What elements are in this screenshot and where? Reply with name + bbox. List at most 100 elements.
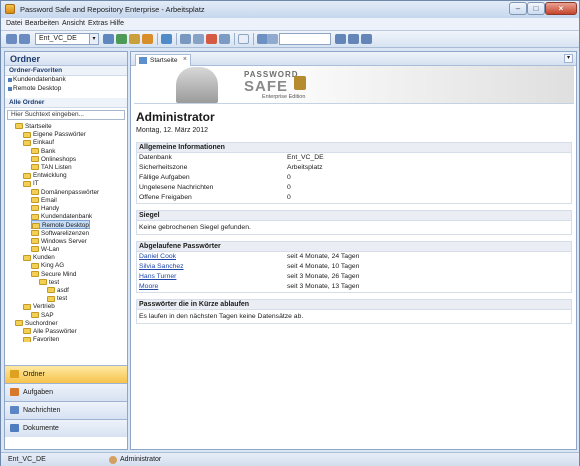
list-icon[interactable] (193, 34, 204, 44)
favorite-label: Kundendatenbank (13, 76, 66, 83)
folder-icon (31, 164, 39, 171)
nav-label: Nachrichten (23, 407, 61, 414)
folder-icon[interactable] (129, 34, 140, 44)
database-combo-value: Ent_VC_DE (39, 35, 77, 42)
logo-line2: SAFE (244, 78, 289, 95)
expired-row: Hans Turner seit 3 Monate, 26 Tagen (137, 272, 571, 282)
info-value: 0 (287, 184, 291, 191)
menu-ansicht[interactable]: Ansicht (62, 20, 85, 27)
tree-node-label: Entwicklung (33, 172, 67, 180)
section-title: Passwörter die in Kürze ablaufen (137, 300, 571, 310)
user-heading: Administrator (136, 110, 215, 124)
forward-icon[interactable] (19, 34, 30, 44)
menu-bearbeiten[interactable]: Bearbeiten (25, 20, 59, 27)
content-panel: Startseite × ▾ PASSWORD SAFE Enterprise … (130, 51, 577, 450)
home-icon (139, 57, 147, 64)
key-icon[interactable] (142, 34, 153, 44)
maximize-button[interactable]: □ (527, 2, 545, 15)
folder-icon (31, 311, 39, 318)
nav-ordner[interactable]: Ordner (5, 365, 127, 383)
tree-node-label: Bank (41, 147, 56, 155)
tree-node-label: Favoriten (33, 336, 60, 342)
back-icon[interactable] (6, 34, 17, 44)
nav-label: Ordner (23, 371, 45, 378)
folder-icon (23, 139, 31, 146)
tree-node-label: Softwarelizenzen (41, 229, 89, 237)
minimize-button[interactable]: – (509, 2, 527, 15)
edit-record-icon[interactable] (116, 34, 127, 44)
folder-icon (31, 246, 39, 253)
close-button[interactable]: × (545, 2, 577, 15)
folder-icon (31, 147, 39, 154)
tasks-icon (10, 388, 19, 396)
folder-icon (31, 270, 39, 277)
expired-link[interactable]: Moore (139, 283, 158, 290)
new-record-icon[interactable] (103, 34, 114, 44)
folder-icon (31, 229, 39, 236)
toolbar-separator (157, 33, 158, 45)
info-label: Sicherheitszone (139, 164, 188, 171)
chevron-down-icon[interactable]: ▾ (89, 34, 98, 44)
expired-row: Silvia Sanchez seit 4 Monate, 10 Tagen (137, 262, 571, 272)
expired-passwords-section: Abgelaufene Passwörter Daniel Cook seit 4… (136, 241, 572, 293)
chart-icon[interactable] (206, 34, 217, 44)
nav-aufgaben[interactable]: Aufgaben (5, 383, 127, 401)
database-combo[interactable]: Ent_VC_DE ▾ (35, 33, 99, 45)
tab-list-dropdown[interactable]: ▾ (564, 54, 573, 63)
expired-link[interactable]: Hans Turner (139, 273, 176, 280)
folder-search-input[interactable]: Hier Suchtext eingeben... (7, 110, 125, 120)
database-icon (8, 78, 12, 82)
folder-icon (15, 320, 23, 327)
expired-age: seit 3 Monate, 26 Tagen (287, 273, 360, 280)
dashboard: Administrator Montag, 12. März 2012 Allg… (136, 110, 572, 330)
info-value: Arbeitsplatz (287, 164, 323, 171)
tree-node-label: Domänenpasswörter (41, 188, 100, 196)
favorites-title: Ordner-Favoriten (5, 66, 127, 76)
menu-datei[interactable]: Datei (6, 20, 22, 27)
nav-nachrichten[interactable]: Nachrichten (5, 401, 127, 419)
close-tab-icon[interactable]: × (183, 56, 187, 63)
folder-icon (23, 180, 31, 187)
document-icon[interactable] (238, 34, 249, 44)
layout-icon[interactable] (267, 34, 278, 44)
banner: PASSWORD SAFE Enterprise Edition (134, 66, 574, 104)
folder-icon (31, 197, 39, 204)
refresh-icon[interactable] (161, 34, 172, 44)
menu-extras[interactable]: Extras (88, 20, 108, 27)
favorite-item-kundendatenbank[interactable]: Kundendatenbank (5, 76, 127, 85)
folder-icon (39, 279, 47, 286)
expired-row: Daniel Cook seit 4 Monate, 24 Tagen (137, 252, 571, 262)
expired-link[interactable]: Daniel Cook (139, 253, 176, 260)
folder-icon (47, 287, 55, 294)
folder-panel-title: Ordner (5, 52, 127, 66)
tree-node[interactable]: Favoriten (23, 335, 59, 342)
folder-icon (10, 370, 19, 378)
grid-icon[interactable] (219, 34, 230, 44)
expired-age: seit 4 Monate, 24 Tagen (287, 253, 360, 260)
filter-icon[interactable] (361, 34, 372, 44)
info-label: Fällige Aufgaben (139, 174, 190, 181)
expired-row: Moore seit 3 Monate, 13 Tagen (137, 282, 571, 292)
info-value: 0 (287, 194, 291, 201)
tab-startseite[interactable]: Startseite × (135, 54, 191, 66)
expiring-soon-text: Es laufen in den nächsten Tagen keine Da… (139, 313, 304, 320)
section-title: Abgelaufene Passwörter (137, 242, 571, 252)
search-icon[interactable] (335, 34, 346, 44)
expired-link[interactable]: Silvia Sanchez (139, 263, 184, 270)
tab-bar: Startseite × ▾ (131, 52, 576, 66)
tree-node-label: Email (41, 196, 57, 204)
menu-hilfe[interactable]: Hilfe (110, 20, 124, 27)
expired-age: seit 3 Monate, 13 Tagen (287, 283, 360, 290)
seal-section: Siegel Keine gebrochenen Siegel gefunden… (136, 210, 572, 235)
search-options-icon[interactable] (348, 34, 359, 44)
view-icon[interactable] (180, 34, 191, 44)
tree-node-label: asdf (57, 287, 69, 294)
tree-node-label: Vertrieb (33, 303, 55, 311)
app-window: Password Safe and Repository Enterprise … (0, 0, 580, 466)
nav-dokumente[interactable]: Dokumente (5, 419, 127, 437)
info-row: Offene Freigaben 0 (137, 193, 571, 203)
favorite-item-remote-desktop[interactable]: Remote Desktop (5, 85, 127, 94)
tree-node-label: Secure Mind (41, 270, 77, 278)
info-label: Datenbank (139, 154, 172, 161)
toolbar-search-input[interactable] (279, 33, 331, 45)
